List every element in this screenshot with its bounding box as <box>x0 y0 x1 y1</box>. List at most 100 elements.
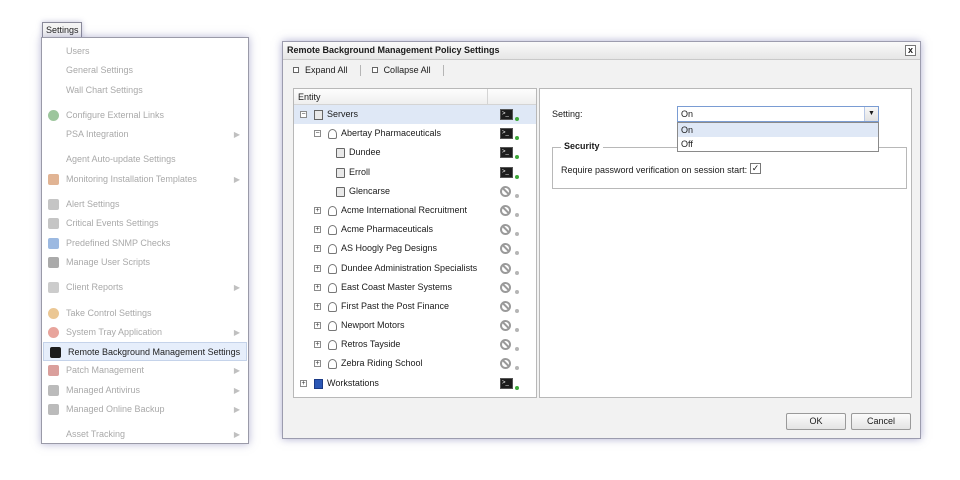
menu-item[interactable]: System Tray Application ▶ <box>42 323 248 342</box>
menu-item-label: Wall Chart Settings <box>66 84 143 95</box>
dropdown-option-on[interactable]: On <box>678 123 878 137</box>
tree-row-label: East Coast Master Systems <box>341 281 453 292</box>
tree-row-label: Erroll <box>349 166 371 177</box>
chevron-right-icon: ▶ <box>233 283 240 293</box>
expand-icon[interactable]: + <box>314 360 321 368</box>
collapse-icon[interactable]: − <box>314 130 321 138</box>
ok-button[interactable]: OK <box>786 413 846 430</box>
tree-row-label: Zebra Riding School <box>341 358 423 369</box>
expand-icon[interactable]: + <box>314 226 321 234</box>
security-legend: Security <box>561 141 603 151</box>
expand-icon[interactable]: + <box>314 302 321 310</box>
password-verification-checkbox[interactable]: ✓ <box>750 163 761 174</box>
expand-icon[interactable]: + <box>314 322 321 330</box>
menu-item[interactable]: Wall Chart Settings <box>42 81 248 100</box>
menu-item-label: Monitoring Installation Templates <box>66 173 197 184</box>
computer-icon <box>336 186 345 197</box>
computer-icon <box>336 148 345 159</box>
expand-icon[interactable]: + <box>314 245 321 253</box>
close-icon[interactable]: x <box>905 45 916 56</box>
menu-item[interactable]: Agent Auto-update Settings <box>42 150 248 169</box>
menu-item[interactable]: Managed Antivirus ▶ <box>42 381 248 400</box>
settings-menu: Users General Settings Wall Chart Settings… <box>41 37 249 444</box>
menu-item[interactable]: Monitoring Installation Templates ▶ <box>42 170 248 189</box>
menu-item[interactable]: Client Reports ▶ <box>42 278 248 297</box>
expand-icon[interactable]: + <box>314 206 321 214</box>
tree-row[interactable]: + Workstations >_ <box>294 374 536 393</box>
disabled-icon <box>500 262 511 274</box>
settings-panel: Setting: On ▼ On Off Security Require pa… <box>539 88 912 398</box>
menu-item[interactable]: PSA Integration ▶ <box>42 125 248 144</box>
setting-select-value: On <box>681 109 694 119</box>
menu-item[interactable]: Predefined SNMP Checks <box>42 234 248 253</box>
console-icon: >_ <box>500 166 513 178</box>
collapse-all-icon <box>371 67 378 73</box>
menu-item[interactable]: Asset Tracking ▶ <box>42 425 248 444</box>
menu-item-label: Patch Management <box>66 365 145 376</box>
tree-row[interactable]: + Acme International Recruitment <box>294 201 536 220</box>
entity-column-header[interactable]: Entity <box>298 92 321 102</box>
expand-all-icon <box>293 67 299 73</box>
tree-row[interactable]: + Zebra Riding School <box>294 354 536 373</box>
tree-row[interactable]: Erroll >_ <box>294 163 536 182</box>
chevron-right-icon: ▶ <box>233 327 240 337</box>
chevron-right-icon: ▶ <box>233 366 240 376</box>
entity-tree: Entity − Servers >_ − Abertay Pharmaceutical… <box>293 88 537 398</box>
status-dot-icon <box>515 270 519 275</box>
expand-all-button[interactable]: Expand All <box>293 65 348 75</box>
tree-row[interactable]: + First Past the Post Finance <box>294 297 536 316</box>
collapse-icon[interactable]: − <box>300 111 307 118</box>
tree-row[interactable]: − Abertay Pharmaceuticals >_ <box>294 124 536 143</box>
settings-menu-tab[interactable]: Settings <box>42 22 82 38</box>
disabled-icon <box>500 339 511 351</box>
tree-row-label: Retros Tayside <box>341 339 401 350</box>
menu-item-label: Alert Settings <box>66 199 120 210</box>
tree-row[interactable]: + Acme Pharmaceuticals <box>294 220 536 239</box>
status-dot-icon <box>515 347 519 352</box>
menu-item[interactable]: Managed Online Backup ▶ <box>42 400 248 419</box>
shield-icon <box>48 365 59 377</box>
menu-item[interactable]: Configure External Links <box>42 106 248 125</box>
tree-row[interactable]: + East Coast Master Systems <box>294 278 536 297</box>
dialog-toolbar: Expand All Collapse All <box>283 60 920 82</box>
tree-row[interactable]: Dundee >_ <box>294 143 536 162</box>
menu-item[interactable]: Critical Events Settings <box>42 214 248 233</box>
expand-icon[interactable]: + <box>300 379 307 387</box>
menu-item[interactable]: General Settings <box>42 61 248 80</box>
expand-icon[interactable]: + <box>314 341 321 349</box>
dropdown-option-off[interactable]: Off <box>678 137 878 151</box>
person-icon <box>48 282 59 294</box>
collapse-all-button[interactable]: Collapse All <box>371 65 431 75</box>
tree-row[interactable]: + Dundee Administration Specialists <box>294 259 536 278</box>
tree-row-label: First Past the Post Finance <box>341 300 450 311</box>
status-dot-icon <box>515 251 519 256</box>
chevron-right-icon: ▶ <box>233 430 240 440</box>
menu-item[interactable]: Take Control Settings <box>42 304 248 323</box>
menu-item[interactable]: Manage User Scripts <box>42 253 248 272</box>
antivirus-icon <box>48 384 59 396</box>
tree-row[interactable]: + Retros Tayside <box>294 335 536 354</box>
menu-item[interactable]: Alert Settings <box>42 195 248 214</box>
menu-item[interactable]: Users <box>42 42 248 61</box>
chevron-down-icon[interactable]: ▼ <box>864 107 878 121</box>
menu-item-label: PSA Integration <box>66 129 129 140</box>
menu-item[interactable]: Remote Background Management Settings <box>43 342 247 362</box>
cancel-button[interactable]: Cancel <box>851 413 911 430</box>
expand-icon[interactable]: + <box>314 283 321 291</box>
console-icon: >_ <box>500 147 513 159</box>
setting-select[interactable]: On ▼ <box>677 106 879 122</box>
person-icon <box>328 244 337 255</box>
menu-item[interactable]: Patch Management ▶ <box>42 361 248 380</box>
disabled-icon <box>500 281 511 293</box>
tree-row[interactable]: Glencarse <box>294 182 536 201</box>
disabled-icon <box>500 185 511 197</box>
console-icon: >_ <box>500 377 513 389</box>
status-dot-icon <box>515 136 519 141</box>
tree-row[interactable]: − Servers >_ <box>294 105 536 125</box>
person-icon <box>328 129 337 140</box>
tree-row[interactable]: + Newport Motors <box>294 316 536 335</box>
expand-icon[interactable]: + <box>314 264 321 272</box>
tree-row-label: Newport Motors <box>341 320 405 331</box>
person-icon <box>328 359 337 370</box>
tree-row[interactable]: + AS Hoogly Peg Designs <box>294 239 536 258</box>
